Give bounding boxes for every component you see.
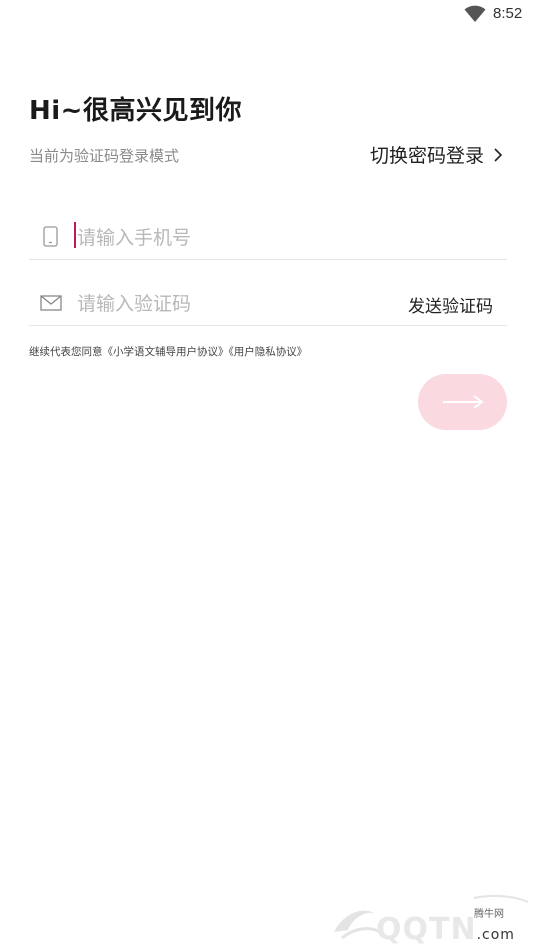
verification-code-input[interactable]: [77, 284, 397, 324]
send-code-button[interactable]: 发送验证码: [408, 292, 493, 317]
text-caret: [74, 222, 76, 248]
wifi-icon: [464, 5, 486, 22]
arrow-right-icon: [442, 395, 484, 409]
verification-code-field: 发送验证码: [29, 260, 507, 326]
switch-password-login-button[interactable]: 切换密码登录: [370, 141, 504, 168]
phone-field: [29, 194, 507, 260]
switch-login-label: 切换密码登录: [369, 145, 484, 167]
phone-input[interactable]: [77, 218, 397, 258]
login-mode-hint: 当前为验证码登录模式: [29, 147, 180, 165]
status-time: 8:52: [493, 5, 523, 22]
watermark-site-name: 腾牛网: [474, 909, 504, 920]
phone-icon: [43, 226, 58, 247]
next-arrow-button[interactable]: [418, 374, 507, 430]
page-title: Hi~很高兴见到你: [29, 96, 242, 126]
mail-icon: [40, 295, 62, 311]
status-bar: 8:52: [0, 0, 534, 30]
agreement-text[interactable]: 继续代表您同意《小学语文辅导用户协议》《用户隐私协议》: [29, 344, 307, 359]
chevron-right-icon: [494, 147, 503, 162]
